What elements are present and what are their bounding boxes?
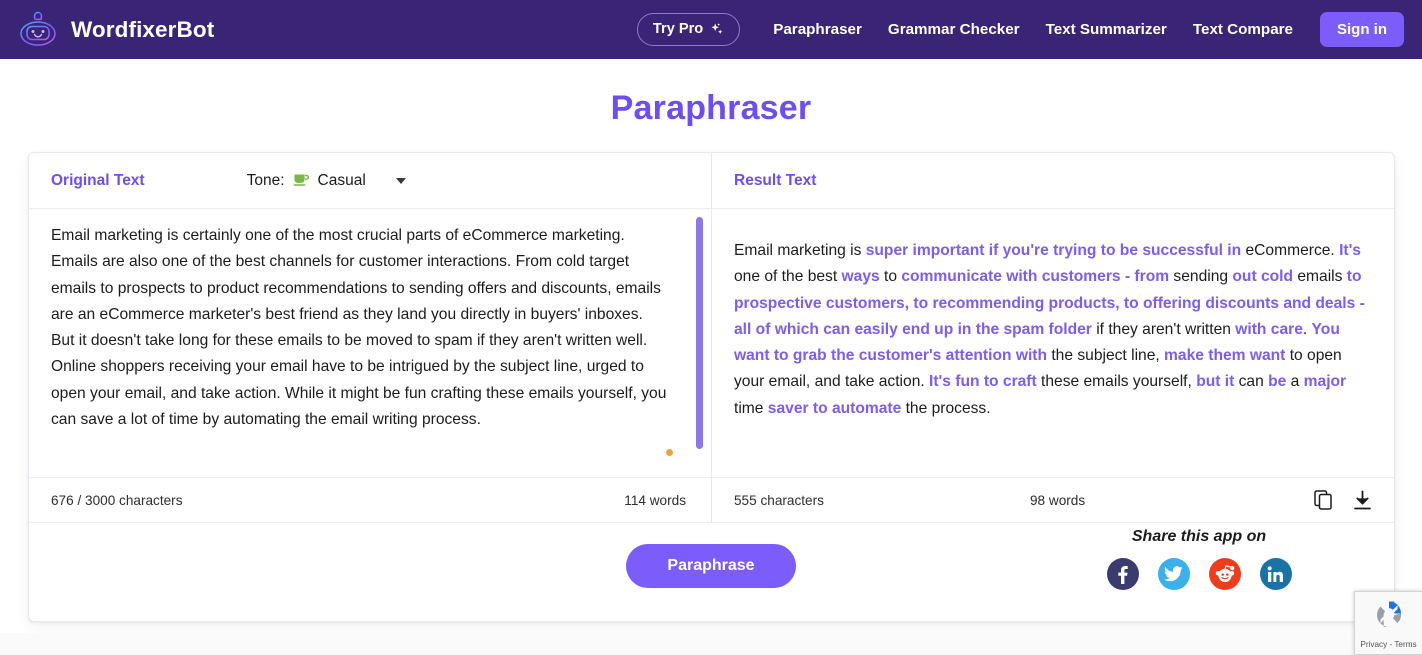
panels: Original Text Tone: Casual Email marketi… xyxy=(29,153,1394,522)
try-pro-label: Try Pro xyxy=(652,21,704,37)
download-icon[interactable] xyxy=(1353,490,1372,511)
robot-icon xyxy=(16,10,60,50)
result-action-icons xyxy=(1314,489,1372,511)
result-word-count: 98 words xyxy=(1030,492,1086,508)
paraphraser-card: Original Text Tone: Casual Email marketi… xyxy=(28,152,1395,622)
resize-indicator-dot xyxy=(666,449,673,456)
original-text-label: Original Text xyxy=(51,171,145,189)
try-pro-button[interactable]: Try Pro xyxy=(636,13,741,46)
nav-item-paraphraser[interactable]: Paraphraser xyxy=(760,21,875,38)
coffee-cup-icon xyxy=(293,172,310,190)
result-text-output: Email marketing is super important if yo… xyxy=(734,242,1370,417)
nav-item-text-compare[interactable]: Text Compare xyxy=(1180,21,1306,38)
facebook-icon[interactable] xyxy=(1106,558,1139,590)
brand-name: WordfixerBot xyxy=(71,16,215,42)
result-text-label: Result Text xyxy=(734,171,817,189)
recaptcha-icon xyxy=(1371,597,1407,638)
page-background-strip xyxy=(0,633,1422,655)
nav-right: Try Pro Paraphraser Grammar Checker Text… xyxy=(636,0,1404,59)
scrollbar-thumb[interactable] xyxy=(696,217,703,449)
top-navbar: WordfixerBot Try Pro Paraphraser Grammar… xyxy=(0,0,1422,59)
reddit-icon[interactable] xyxy=(1208,558,1241,590)
original-text-body[interactable]: Email marketing is certainly one of the … xyxy=(29,209,711,477)
tone-selector[interactable]: Tone: Casual xyxy=(247,172,406,190)
original-text-input[interactable]: Email marketing is certainly one of the … xyxy=(51,223,689,433)
copy-icon[interactable] xyxy=(1314,489,1333,511)
original-panel-header: Original Text Tone: Casual xyxy=(29,153,711,209)
paraphrase-button[interactable]: Paraphrase xyxy=(626,544,796,588)
nav-links: Paraphraser Grammar Checker Text Summari… xyxy=(760,21,1306,38)
share-section: Share this app on xyxy=(1069,528,1329,590)
nav-item-text-summarizer[interactable]: Text Summarizer xyxy=(1033,21,1180,38)
original-text-panel: Original Text Tone: Casual Email marketi… xyxy=(29,153,712,522)
card-bottom-bar: Paraphrase Share this app on xyxy=(29,522,1394,621)
linkedin-icon[interactable] xyxy=(1259,558,1292,590)
original-text-scrollbar[interactable] xyxy=(696,217,703,463)
sparkles-icon xyxy=(709,22,724,37)
result-character-count: 555 characters xyxy=(734,492,824,508)
result-text-body: Email marketing is super important if yo… xyxy=(712,209,1394,477)
share-buttons xyxy=(1069,558,1329,590)
result-panel-footer: 555 characters 98 words xyxy=(712,477,1394,522)
twitter-icon[interactable] xyxy=(1157,558,1190,590)
tone-label: Tone: xyxy=(246,171,285,189)
page-title: Paraphraser xyxy=(610,89,812,127)
result-panel-header: Result Text xyxy=(712,153,1394,209)
app-root: WordfixerBot Try Pro Paraphraser Grammar… xyxy=(0,0,1422,655)
original-character-count: 676 / 3000 characters xyxy=(51,492,183,508)
share-title: Share this app on xyxy=(1131,528,1267,545)
tone-value: Casual xyxy=(317,171,366,189)
recaptcha-privacy-terms[interactable]: Privacy - Terms xyxy=(1360,640,1416,649)
original-word-count: 114 words xyxy=(624,492,686,508)
nav-item-grammar-checker[interactable]: Grammar Checker xyxy=(875,21,1033,38)
sign-in-button[interactable]: Sign in xyxy=(1320,12,1404,47)
chevron-down-icon[interactable] xyxy=(395,177,406,184)
brand[interactable]: WordfixerBot xyxy=(16,10,214,50)
original-panel-footer: 676 / 3000 characters 114 words xyxy=(29,477,711,522)
recaptcha-badge[interactable]: Privacy - Terms xyxy=(1354,591,1422,655)
result-text-panel: Result Text Email marketing is super imp… xyxy=(712,153,1394,522)
